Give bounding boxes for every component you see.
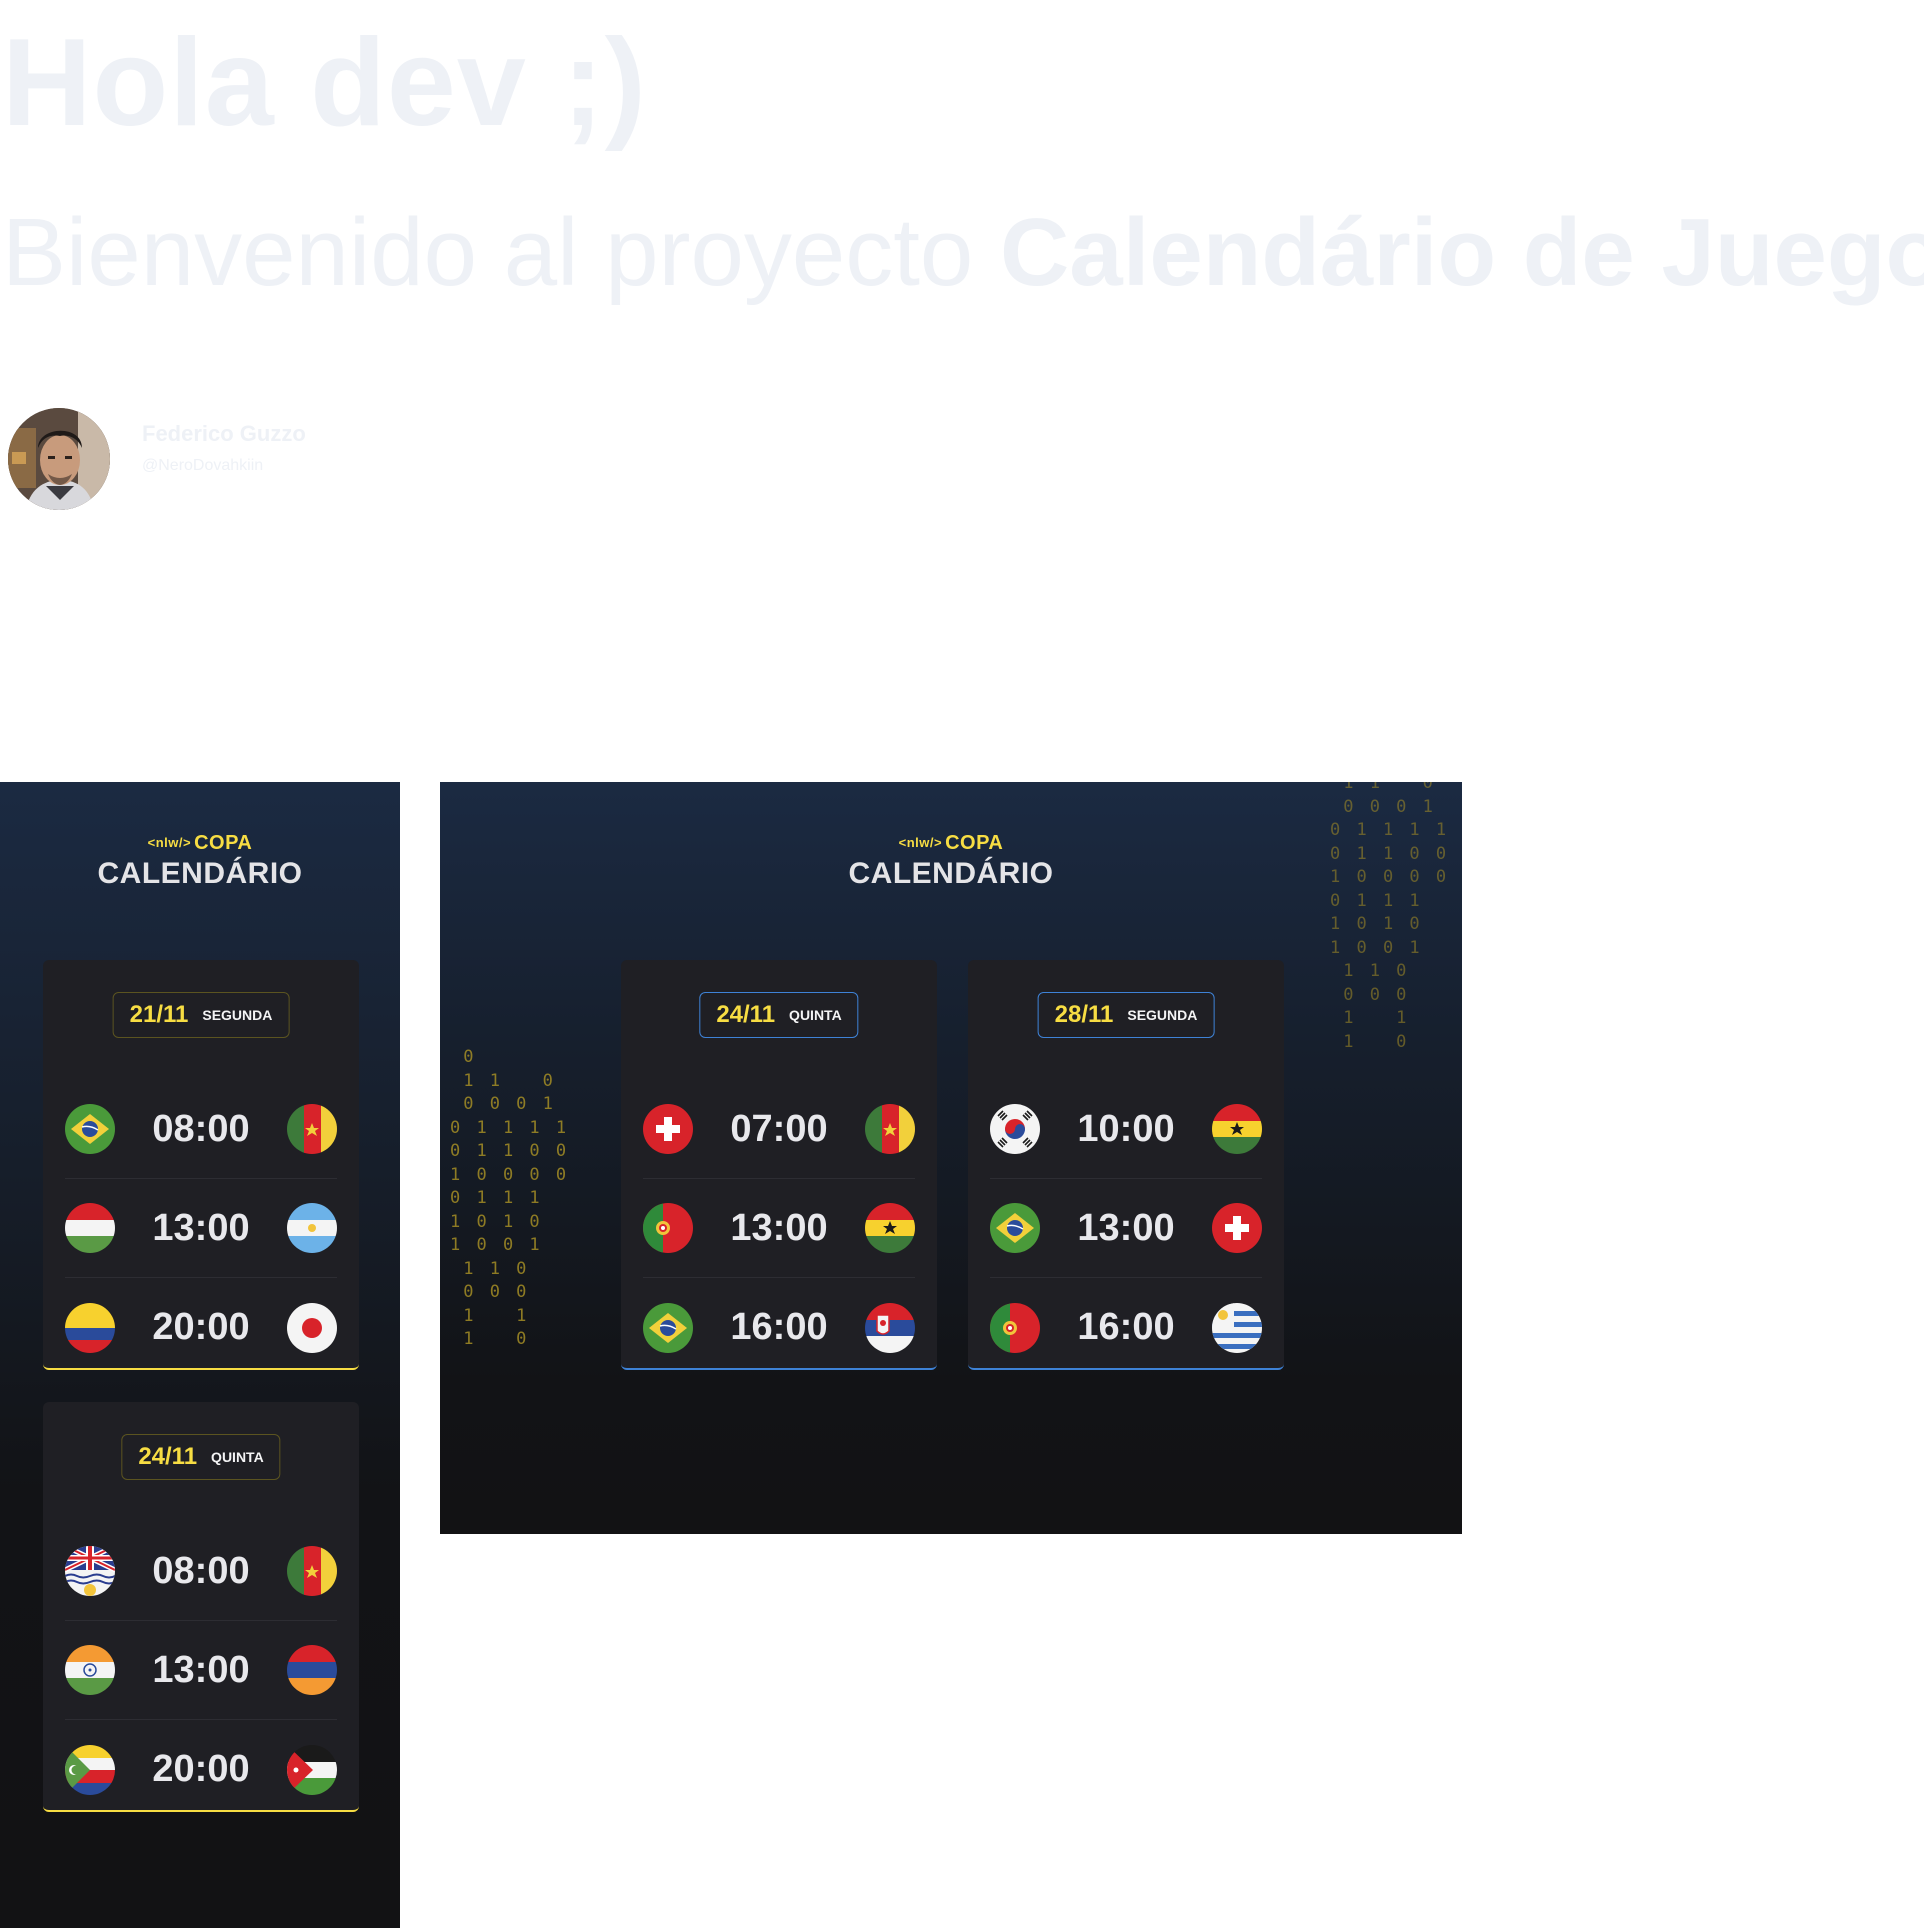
match-day-card: 21/11 SEGUNDA 08:00 13:00 20:00 bbox=[43, 960, 359, 1370]
brazil-flag-icon bbox=[65, 1104, 115, 1154]
copa-logo: <nlw/> COPA bbox=[147, 832, 253, 854]
match-time: 13:00 bbox=[152, 1648, 250, 1691]
app-header: <nlw/> COPA CALENDÁRIO bbox=[0, 832, 400, 891]
games-list: 08:00 13:00 20:00 bbox=[65, 1522, 337, 1819]
game-row: 20:00 bbox=[65, 1278, 337, 1377]
game-row: 10:00 bbox=[990, 1080, 1262, 1179]
page-subtitle: Bienvenido al proyecto Calendário de Jue… bbox=[2, 198, 1924, 308]
binary-decoration: 1 1 0 0 0 0 1 0 1 1 1 1 0 1 1 0 0 1 0 0 … bbox=[1330, 782, 1450, 1052]
app-title: CALENDÁRIO bbox=[848, 857, 1054, 890]
comoros-flag-icon bbox=[65, 1744, 115, 1795]
match-date: 28/11 bbox=[1054, 1001, 1114, 1028]
copa-logo: <nlw/> COPA bbox=[898, 832, 1004, 854]
match-time: 08:00 bbox=[152, 1549, 250, 1592]
subtitle-project-name: Calendário de Juegos bbox=[999, 199, 1924, 306]
author-name: Federico Guzzo bbox=[142, 421, 306, 446]
page-title: Hola dev ;) bbox=[2, 14, 647, 152]
match-day-card: 28/11 SEGUNDA 10:00 13:00 16:00 bbox=[968, 960, 1284, 1370]
match-date: 21/11 bbox=[129, 1001, 189, 1028]
match-weekday: QUINTA bbox=[789, 1007, 842, 1023]
games-list: 10:00 13:00 16:00 bbox=[990, 1080, 1262, 1377]
match-time: 10:00 bbox=[1077, 1107, 1175, 1150]
game-row: 20:00 bbox=[65, 1720, 337, 1819]
game-row: 13:00 bbox=[990, 1179, 1262, 1278]
hungary-flag-icon bbox=[65, 1203, 115, 1253]
match-time: 20:00 bbox=[152, 1748, 250, 1790]
switzerland-flag-icon bbox=[643, 1104, 693, 1154]
south-korea-flag-icon bbox=[990, 1104, 1040, 1154]
match-weekday: SEGUNDA bbox=[202, 1007, 273, 1023]
argentina-flag-icon bbox=[286, 1203, 337, 1253]
game-row: 08:00 bbox=[65, 1522, 337, 1621]
app-title: CALENDÁRIO bbox=[97, 857, 303, 890]
japan-flag-icon bbox=[286, 1302, 337, 1353]
desktop-preview-screenshot: 0 1 1 0 0 0 0 1 0 1 1 1 1 0 1 1 0 0 1 0 … bbox=[440, 782, 1462, 1534]
match-weekday: SEGUNDA bbox=[1127, 1007, 1198, 1023]
colombia-flag-icon bbox=[65, 1302, 115, 1353]
date-badge: 24/11 QUINTA bbox=[121, 1434, 281, 1480]
date-badge: 28/11 SEGUNDA bbox=[1037, 992, 1215, 1038]
uruguay-flag-icon bbox=[1211, 1302, 1262, 1353]
match-time: 07:00 bbox=[730, 1107, 828, 1150]
app-header: <nlw/> COPA CALENDÁRIO bbox=[440, 832, 1462, 891]
author-handle: @NeroDovahkiin bbox=[142, 457, 264, 474]
india-flag-icon bbox=[65, 1645, 115, 1695]
game-row: 08:00 bbox=[65, 1080, 337, 1179]
cameroon-flag-icon bbox=[286, 1104, 337, 1154]
match-time: 13:00 bbox=[730, 1206, 828, 1249]
match-time: 13:00 bbox=[152, 1206, 250, 1249]
match-weekday: QUINTA bbox=[211, 1449, 264, 1465]
match-day-card: 24/11 QUINTA 07:00 13:00 16:00 bbox=[621, 960, 937, 1370]
switzerland-flag-icon bbox=[1211, 1203, 1262, 1253]
serbia-flag-icon bbox=[864, 1302, 915, 1353]
games-list: 08:00 13:00 20:00 bbox=[65, 1080, 337, 1377]
match-date: 24/11 bbox=[138, 1443, 198, 1470]
game-row: 13:00 bbox=[65, 1179, 337, 1278]
match-time: 20:00 bbox=[152, 1306, 250, 1348]
game-row: 16:00 bbox=[643, 1278, 915, 1377]
armenia-flag-icon bbox=[286, 1645, 337, 1695]
british-territory-flag-icon bbox=[65, 1546, 115, 1596]
game-row: 07:00 bbox=[643, 1080, 915, 1179]
date-badge: 21/11 SEGUNDA bbox=[112, 992, 290, 1038]
avatar bbox=[8, 408, 110, 510]
match-date: 24/11 bbox=[716, 1001, 776, 1028]
game-row: 13:00 bbox=[643, 1179, 915, 1278]
binary-decoration: 0 1 1 0 0 0 0 1 0 1 1 1 1 0 1 1 0 0 1 0 … bbox=[450, 1047, 570, 1349]
subtitle-prefix: Bienvenido al proyecto bbox=[2, 199, 1000, 306]
cameroon-flag-icon bbox=[864, 1104, 915, 1154]
match-day-card: 24/11 QUINTA 08:00 13:00 20:00 bbox=[43, 1402, 359, 1812]
ghana-flag-icon bbox=[1211, 1104, 1262, 1154]
match-time: 13:00 bbox=[1077, 1206, 1175, 1249]
game-row: 13:00 bbox=[65, 1621, 337, 1720]
match-time: 16:00 bbox=[1077, 1306, 1175, 1348]
mobile-preview-screenshot: <nlw/> COPA CALENDÁRIO 21/11 SEGUNDA 08:00 1… bbox=[0, 782, 400, 1928]
games-list: 07:00 13:00 16:00 bbox=[643, 1080, 915, 1377]
game-row: 16:00 bbox=[990, 1278, 1262, 1377]
author-block: Federico Guzzo @NeroDovahkiin bbox=[8, 408, 306, 510]
match-time: 08:00 bbox=[152, 1107, 250, 1150]
cameroon-flag-icon bbox=[286, 1546, 337, 1596]
portugal-flag-icon bbox=[990, 1302, 1040, 1353]
portugal-flag-icon bbox=[643, 1203, 693, 1253]
ghana-flag-icon bbox=[864, 1203, 915, 1253]
date-badge: 24/11 QUINTA bbox=[699, 992, 859, 1038]
brazil-flag-icon bbox=[643, 1302, 693, 1353]
jordan-flag-icon bbox=[286, 1744, 337, 1795]
match-time: 16:00 bbox=[730, 1306, 828, 1348]
brazil-flag-icon bbox=[990, 1203, 1040, 1253]
